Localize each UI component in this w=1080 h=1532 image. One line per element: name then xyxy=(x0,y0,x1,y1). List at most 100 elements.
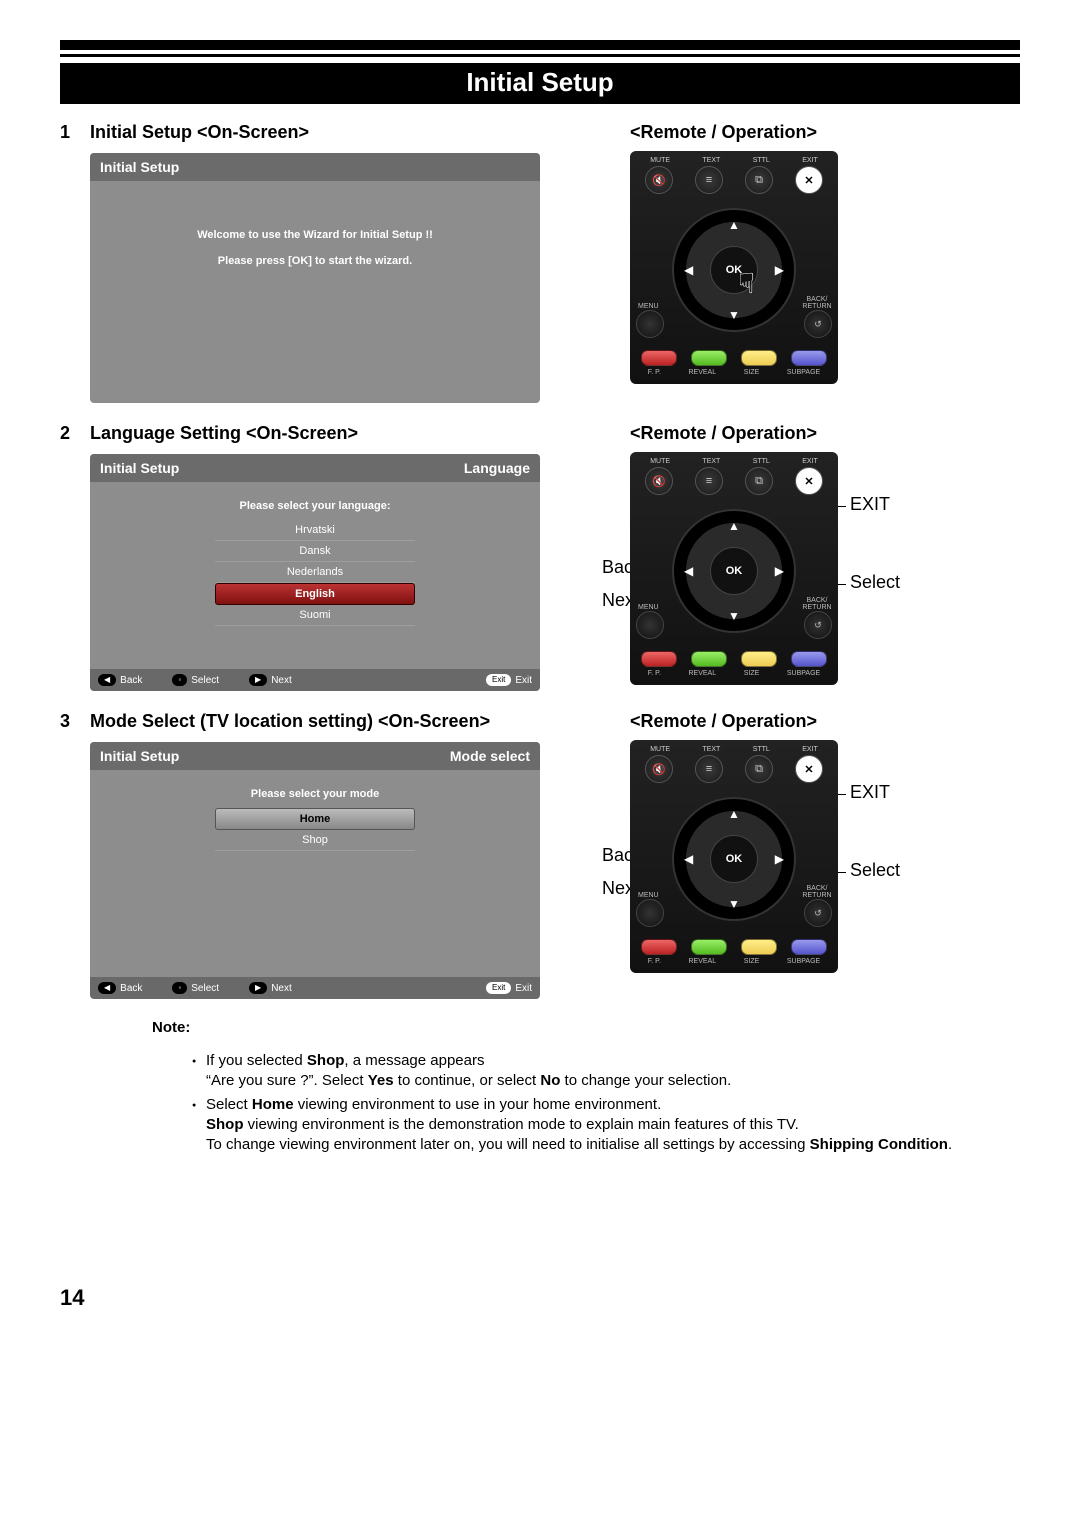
rm-lbl-sttl: STTL xyxy=(753,746,770,753)
step2-osd-title: Initial Setup xyxy=(100,460,179,476)
rm-lbl-reveal: REVEAL xyxy=(689,369,717,376)
back-label: BACK/RETURN xyxy=(800,297,834,310)
arrow-up-icon: ▲ xyxy=(728,218,740,232)
text-button[interactable]: ≡ xyxy=(695,166,723,194)
rm-lbl-size: SIZE xyxy=(744,369,760,376)
ok-button[interactable]: OK xyxy=(710,547,758,595)
exit-pill: Exit xyxy=(486,982,511,994)
footer-next: Next xyxy=(271,675,292,686)
page-number: 14 xyxy=(60,1285,1020,1311)
rm-lbl-sttl: STTL xyxy=(753,157,770,164)
yellow-button[interactable] xyxy=(741,651,777,667)
yellow-button[interactable] xyxy=(741,350,777,366)
menu-label: MENU xyxy=(638,604,659,611)
rm-lbl-fp: F. P. xyxy=(648,670,661,677)
mode-item[interactable]: Shop xyxy=(215,830,415,851)
nav-ring[interactable]: ▲ ▼ ◀ ▶ OK xyxy=(672,208,796,332)
mute-button[interactable]: 🔇 xyxy=(645,166,673,194)
lang-item[interactable]: Nederlands xyxy=(215,562,415,583)
mode-list[interactable]: Home Shop xyxy=(215,808,415,851)
green-button[interactable] xyxy=(691,651,727,667)
footer-select: Select xyxy=(191,983,219,994)
sttl-button[interactable]: ⧉ xyxy=(745,755,773,783)
remote-illustration-3: MUTE TEXT STTL EXIT 🔇 ≡ ⧉ ✕ ▲ xyxy=(630,740,838,973)
rm-lbl-size: SIZE xyxy=(744,958,760,965)
arrow-right-icon: ▶ xyxy=(775,263,784,277)
arrow-left-icon: ◀ xyxy=(684,852,693,866)
step1-msg1: Welcome to use the Wizard for Initial Se… xyxy=(104,229,526,241)
step2-number: 2 xyxy=(60,423,78,444)
arrow-left-icon: ◀ xyxy=(684,263,693,277)
menu-label: MENU xyxy=(638,303,659,310)
step3-osd-title: Initial Setup xyxy=(100,748,179,764)
rm-lbl-exit: EXIT xyxy=(802,746,818,753)
yellow-button[interactable] xyxy=(741,939,777,955)
red-button[interactable] xyxy=(641,350,677,366)
rm-lbl-sttl: STTL xyxy=(753,458,770,465)
callout-select: Select xyxy=(850,572,900,593)
rm-lbl-reveal: REVEAL xyxy=(689,670,717,677)
language-list[interactable]: Hrvatski Dansk Nederlands English Suomi xyxy=(215,520,415,626)
ok-button[interactable]: OK xyxy=(710,835,758,883)
back-return-button[interactable]: ↺ xyxy=(804,611,832,639)
back-return-button[interactable]: ↺ xyxy=(804,310,832,338)
exit-button[interactable]: ✕ xyxy=(795,166,823,194)
arrow-down-icon: ▼ xyxy=(728,308,740,322)
step2-osd: Initial Setup Language Please select you… xyxy=(90,454,540,691)
step1-osd-title: Initial Setup xyxy=(100,159,179,175)
footer-exit: Exit xyxy=(515,983,532,994)
red-button[interactable] xyxy=(641,939,677,955)
arrow-down-icon: ▼ xyxy=(728,609,740,623)
footer-next: Next xyxy=(271,983,292,994)
rm-lbl-mute: MUTE xyxy=(650,746,670,753)
mute-button[interactable]: 🔇 xyxy=(645,755,673,783)
callout-exit: EXIT xyxy=(850,494,890,515)
arrow-left-icon: ◀ xyxy=(684,564,693,578)
text-button[interactable]: ≡ xyxy=(695,467,723,495)
step3-number: 3 xyxy=(60,711,78,732)
menu-button[interactable] xyxy=(636,310,664,338)
text-button[interactable]: ≡ xyxy=(695,755,723,783)
blue-button[interactable] xyxy=(791,651,827,667)
menu-button[interactable] xyxy=(636,899,664,927)
rm-lbl-text: TEXT xyxy=(702,157,720,164)
sttl-button[interactable]: ⧉ xyxy=(745,467,773,495)
rm-lbl-mute: MUTE xyxy=(650,458,670,465)
note-item: If you selected Shop, a message appears … xyxy=(192,1051,1020,1092)
rm-lbl-exit: EXIT xyxy=(802,458,818,465)
step1-osd: Initial Setup Welcome to use the Wizard … xyxy=(90,153,540,403)
lang-item[interactable]: Hrvatski xyxy=(215,520,415,541)
blue-button[interactable] xyxy=(791,939,827,955)
back-return-button[interactable]: ↺ xyxy=(804,899,832,927)
red-button[interactable] xyxy=(641,651,677,667)
exit-button[interactable]: ✕ xyxy=(795,467,823,495)
nav-ring[interactable]: ▲ ▼ ◀ ▶ OK xyxy=(672,509,796,633)
footer-back: Back xyxy=(120,675,142,686)
step3-osd: Initial Setup Mode select Please select … xyxy=(90,742,540,999)
menu-button[interactable] xyxy=(636,611,664,639)
blue-button[interactable] xyxy=(791,350,827,366)
remote-illustration-2: MUTE TEXT STTL EXIT 🔇 ≡ ⧉ ✕ ▲ xyxy=(630,452,838,685)
mute-button[interactable]: 🔇 xyxy=(645,467,673,495)
exit-button[interactable]: ✕ xyxy=(795,755,823,783)
exit-pill: Exit xyxy=(486,674,511,686)
callout-exit: EXIT xyxy=(850,782,890,803)
mode-item-selected[interactable]: Home xyxy=(215,808,415,830)
rm-lbl-text: TEXT xyxy=(702,746,720,753)
green-button[interactable] xyxy=(691,350,727,366)
nav-ring[interactable]: ▲ ▼ ◀ ▶ OK xyxy=(672,797,796,921)
remote-heading-3: <Remote / Operation> xyxy=(630,711,1020,732)
green-button[interactable] xyxy=(691,939,727,955)
back-pill-icon xyxy=(98,982,116,994)
lang-item-selected[interactable]: English xyxy=(215,583,415,605)
remote-heading-1: <Remote / Operation> xyxy=(630,122,1020,143)
back-label: BACK/RETURN xyxy=(800,886,834,899)
footer-back: Back xyxy=(120,983,142,994)
note-heading: Note: xyxy=(152,1019,1020,1036)
lang-item[interactable]: Suomi xyxy=(215,605,415,626)
sttl-button[interactable]: ⧉ xyxy=(745,166,773,194)
remote-illustration-1: MUTE TEXT STTL EXIT 🔇 ≡ ⧉ ✕ ▲ xyxy=(630,151,838,384)
lang-item[interactable]: Dansk xyxy=(215,541,415,562)
rm-lbl-text: TEXT xyxy=(702,458,720,465)
step2-osd-right: Language xyxy=(464,460,530,476)
